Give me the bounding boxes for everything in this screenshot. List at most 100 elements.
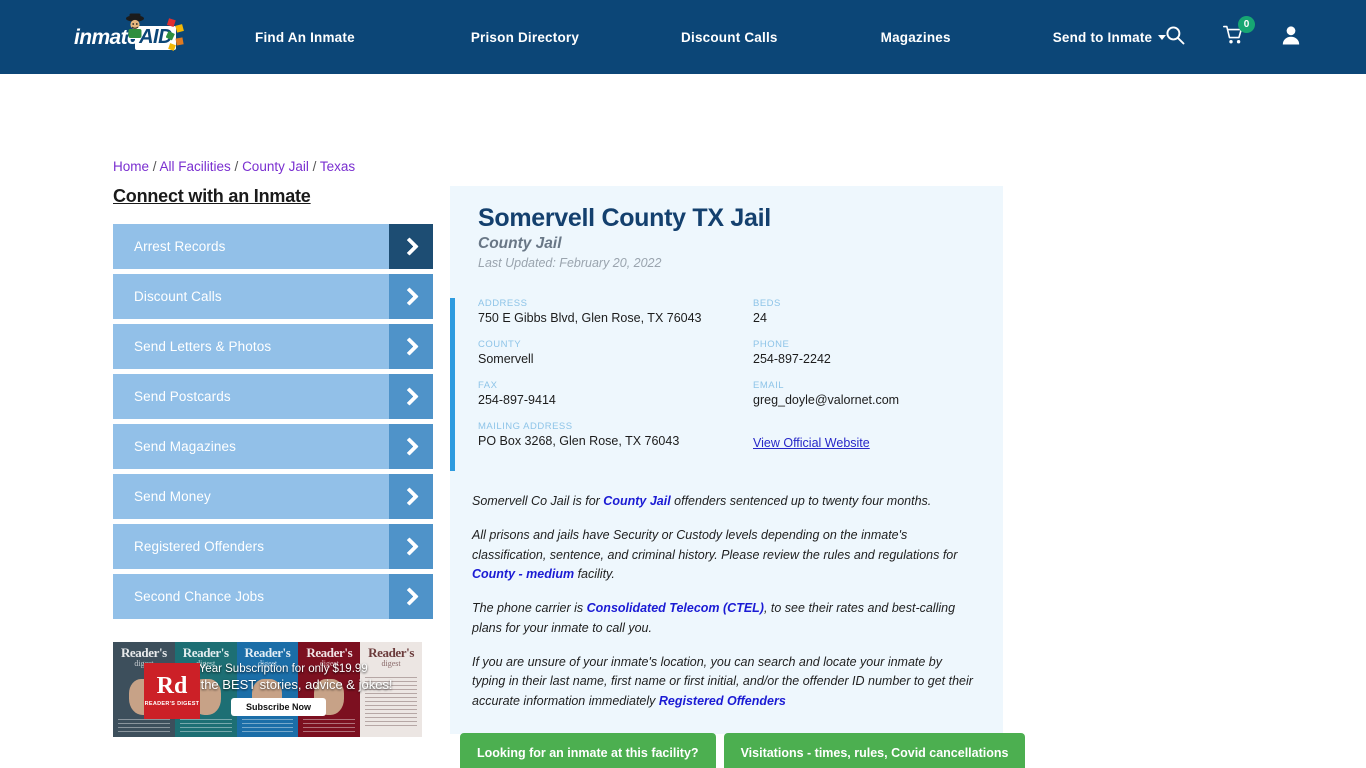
description-paragraph-3: The phone carrier is Consolidated Teleco… [472, 599, 973, 639]
sidebar-item-send-postcards[interactable]: Send Postcards [113, 374, 433, 419]
looking-for-inmate-button[interactable]: Looking for an inmate at this facility? [460, 733, 716, 768]
info-field-address: ADDRESS 750 E Gibbs Blvd, Glen Rose, TX … [478, 298, 753, 325]
description-paragraph-1: Somervell Co Jail is for County Jail off… [472, 492, 973, 512]
info-field-mailing-address: MAILING ADDRESS PO Box 3268, Glen Rose, … [478, 421, 753, 452]
chevron-right-icon [389, 474, 433, 519]
info-field-beds: BEDS 24 [753, 298, 1003, 325]
sidebar-item-second-chance-jobs[interactable]: Second Chance Jobs [113, 574, 433, 619]
sidebar-item-label: Send Money [134, 489, 211, 504]
info-field-official-website: View Official Website [753, 421, 1003, 452]
chevron-right-icon [389, 324, 433, 369]
logo-figure-icon [126, 13, 144, 38]
ad-headline: 1 Year Subscription for only $19.99 [189, 663, 368, 675]
ad-brand-initials: Rd [156, 673, 188, 700]
navbar-icon-group: 0 [1165, 0, 1300, 74]
breadcrumb-item-all-facilities[interactable]: All Facilities [160, 159, 231, 174]
paragraph-text: offenders sentenced up to twenty four mo… [670, 494, 932, 508]
paragraph-text: facility. [574, 567, 615, 582]
info-label: MAILING ADDRESS [478, 421, 573, 432]
link-county-jail[interactable]: County Jail [603, 494, 670, 508]
top-navigation-bar: inmate AID Find An Inmate Prison Directo… [0, 0, 1366, 74]
info-label: COUNTY [478, 339, 522, 350]
cart-icon[interactable]: 0 [1223, 15, 1255, 50]
breadcrumb-item-home[interactable]: Home [113, 159, 149, 174]
sidebar-item-label: Discount Calls [134, 289, 222, 304]
sidebar-item-send-magazines[interactable]: Send Magazines [113, 424, 433, 469]
paragraph-text: Somervell Co Jail is for [472, 494, 604, 508]
sidebar-title: Connect with an Inmate [113, 186, 311, 206]
facility-description: Somervell Co Jail is for County Jail off… [450, 474, 1003, 734]
sidebar-item-arrest-records[interactable]: Arrest Records [113, 224, 433, 269]
search-icon[interactable] [1165, 25, 1185, 50]
info-value: PO Box 3268, Glen Rose, TX 76043 [478, 434, 680, 448]
description-paragraph-4: If you are unsure of your inmate's locat… [472, 653, 973, 712]
facility-info-block: ADDRESS 750 E Gibbs Blvd, Glen Rose, TX … [450, 298, 1003, 474]
ad-brand-name: READER'S DIGEST [144, 701, 200, 708]
nav-link-send-to-inmate-label: Send to Inmate [1052, 29, 1153, 45]
sidebar-item-registered-offenders[interactable]: Registered Offenders [113, 524, 433, 569]
advertisement-banner[interactable]: Reader's digest Reader's digest Reader's… [113, 642, 422, 737]
page-body: Home / All Facilities / County Jail / Te… [0, 74, 1366, 768]
sidebar-item-discount-calls[interactable]: Discount Calls [113, 274, 433, 319]
cart-count-badge: 0 [1238, 15, 1255, 33]
chevron-right-icon [389, 224, 433, 269]
page-title: Somervell County TX Jail [478, 204, 771, 232]
link-consolidated-telecom[interactable]: Consolidated Telecom (CTEL) [587, 601, 764, 615]
chevron-right-icon [389, 574, 433, 619]
breadcrumb-item-county-jail[interactable]: County Jail [242, 159, 309, 174]
info-field-county: COUNTY Somervell [478, 339, 753, 366]
breadcrumb-separator: / [230, 159, 243, 174]
last-updated: Last Updated: February 20, 2022 [478, 256, 662, 270]
visitations-button[interactable]: Visitations - times, rules, Covid cancel… [723, 733, 1026, 768]
chevron-right-icon [389, 424, 433, 469]
ad-overlay: Rd READER'S DIGEST 1 Year Subscription f… [113, 642, 422, 737]
primary-nav-links: Find An Inmate Prison Directory Discount… [255, 0, 1167, 74]
link-county-medium[interactable]: County - medium [472, 567, 574, 581]
view-official-website-link[interactable]: View Official Website [753, 436, 870, 450]
facility-type: County Jail [478, 235, 562, 252]
sidebar-item-label: Arrest Records [134, 239, 226, 254]
accent-bar [450, 298, 455, 471]
description-paragraph-2: All prisons and jails have Security or C… [472, 526, 973, 585]
info-value: 254-897-9414 [478, 393, 556, 407]
sidebar-item-label: Registered Offenders [134, 539, 265, 554]
info-value: 750 E Gibbs Blvd, Glen Rose, TX 76043 [478, 311, 702, 325]
ad-brand-logo: Rd READER'S DIGEST [144, 663, 200, 719]
nav-link-send-to-inmate[interactable]: Send to Inmate [1053, 30, 1167, 45]
info-value: Somervell [478, 352, 534, 366]
nav-link-magazines[interactable]: Magazines [881, 30, 951, 45]
facility-panel: Somervell County TX Jail County Jail Las… [450, 186, 1003, 734]
info-value: 24 [753, 311, 767, 325]
sidebar-item-send-letters-photos[interactable]: Send Letters & Photos [113, 324, 433, 369]
sidebar: Connect with an Inmate Arrest Records Di… [113, 186, 433, 624]
nav-link-discount-calls[interactable]: Discount Calls [681, 30, 778, 45]
sidebar-item-send-money[interactable]: Send Money [113, 474, 433, 519]
info-value: 254-897-2242 [753, 352, 831, 366]
sidebar-item-label: Second Chance Jobs [134, 589, 265, 604]
logo-confetti-icon [166, 18, 184, 51]
info-label: EMAIL [753, 380, 785, 391]
facility-info-grid: ADDRESS 750 E Gibbs Blvd, Glen Rose, TX … [450, 298, 1003, 452]
site-logo[interactable]: inmate AID [74, 13, 192, 56]
breadcrumb: Home / All Facilities / County Jail / Te… [113, 159, 355, 174]
info-label: ADDRESS [478, 298, 528, 309]
nav-link-prison-directory[interactable]: Prison Directory [471, 30, 579, 45]
breadcrumb-separator: / [308, 159, 320, 174]
chevron-right-icon [389, 374, 433, 419]
ad-subscribe-button[interactable]: Subscribe Now [230, 698, 326, 716]
sidebar-item-label: Send Postcards [134, 389, 231, 404]
info-label: PHONE [753, 339, 790, 350]
breadcrumb-separator: / [149, 159, 160, 174]
info-field-email: EMAIL greg_doyle@valornet.com [753, 380, 1003, 407]
sidebar-item-label: Send Magazines [134, 439, 236, 454]
breadcrumb-item-texas[interactable]: Texas [320, 159, 355, 174]
info-label: BEDS [753, 298, 781, 309]
paragraph-text: The phone carrier is [472, 601, 587, 615]
info-field-fax: FAX 254-897-9414 [478, 380, 753, 407]
chevron-right-icon [389, 274, 433, 319]
nav-link-find-an-inmate[interactable]: Find An Inmate [255, 30, 355, 45]
chevron-right-icon [389, 524, 433, 569]
sidebar-item-label: Send Letters & Photos [134, 339, 272, 354]
link-registered-offenders[interactable]: Registered Offenders [659, 694, 786, 708]
account-icon[interactable] [1282, 25, 1300, 50]
